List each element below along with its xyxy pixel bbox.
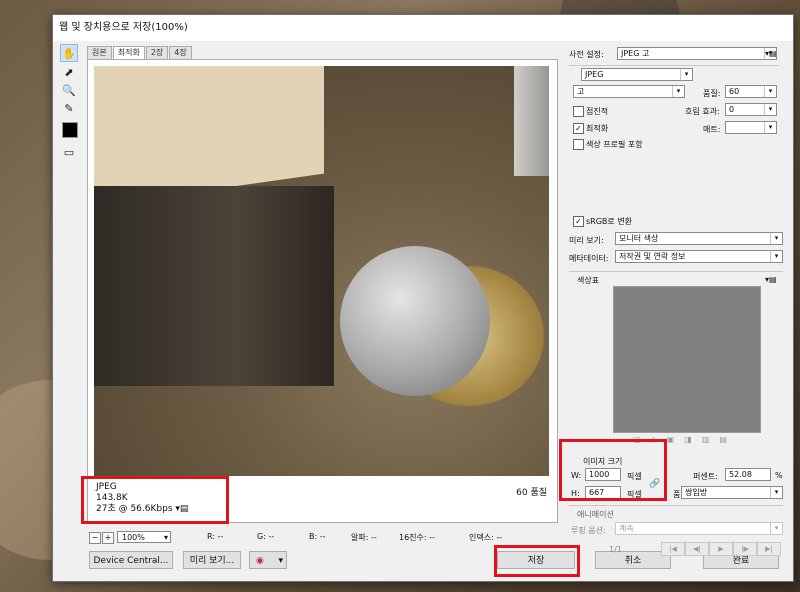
resample-select[interactable]: 쌍입방 ▾ xyxy=(681,486,783,499)
color-table-label: 색상표 xyxy=(577,276,600,285)
preview-mode-select[interactable]: 모니터 색상 ▾ xyxy=(615,232,783,245)
hex-value: 16진수: -- xyxy=(399,533,435,542)
chevron-down-icon: ▾ xyxy=(770,523,782,534)
browser-select[interactable]: ◉ ▾ xyxy=(249,551,287,569)
zoom-out-button[interactable]: − xyxy=(89,532,101,544)
chevron-down-icon: ▾ xyxy=(770,251,782,262)
animation-title: 애니메이션 xyxy=(577,510,614,519)
percent-input[interactable]: 52.08 xyxy=(725,468,771,481)
window-title: 웹 및 장치용으로 저장(100%) xyxy=(53,15,793,41)
hand-tool-icon[interactable]: ✋ xyxy=(60,44,78,62)
chevron-down-icon: ▾ xyxy=(764,86,776,97)
srgb-checkbox[interactable]: ✓ xyxy=(573,216,584,227)
quality-input[interactable]: 60 ▾ xyxy=(725,85,777,98)
chevron-down-icon: ▾ xyxy=(163,533,168,542)
device-central-button[interactable]: Device Central... xyxy=(89,551,173,569)
next-frame-icon[interactable]: |▶ xyxy=(733,542,757,556)
chevron-down-icon: ▾ xyxy=(278,556,283,566)
tab-2up[interactable]: 2장 xyxy=(145,46,169,59)
metadata-select[interactable]: 저작권 및 연락 정보 ▾ xyxy=(615,250,783,263)
progressive-checkbox[interactable] xyxy=(573,106,584,117)
chevron-down-icon: ▾ xyxy=(680,69,692,80)
preset-select[interactable]: JPEG 고 ▾ xyxy=(617,47,777,60)
green-value: G: -- xyxy=(257,532,275,541)
quality-label: 품질: xyxy=(703,89,721,98)
format-select[interactable]: JPEG ▾ xyxy=(581,68,693,81)
tab-4up[interactable]: 4장 xyxy=(169,46,192,59)
last-frame-icon[interactable]: ▶| xyxy=(757,542,781,556)
color-table-menu-icon[interactable]: ▾▤ xyxy=(765,275,777,284)
chevron-down-icon: ▾ xyxy=(764,104,776,115)
loop-label: 루핑 옵션: xyxy=(571,526,606,535)
embed-profile-label: 색상 프로필 포함 xyxy=(586,140,643,149)
zoom-tool-icon[interactable]: 🔍 xyxy=(60,82,78,98)
chevron-down-icon: ▾ xyxy=(770,487,782,498)
red-value: R: -- xyxy=(207,532,224,541)
tab-original[interactable]: 원본 xyxy=(87,46,112,59)
loop-select[interactable]: 계속 ▾ xyxy=(615,522,783,535)
optimized-label: 최적화 xyxy=(586,124,609,133)
chevron-down-icon: ▾ xyxy=(770,233,782,244)
quality-level-select[interactable]: 고 ▾ xyxy=(573,85,685,98)
embed-profile-checkbox[interactable] xyxy=(573,139,584,150)
cancel-button[interactable]: 취소 xyxy=(595,551,671,569)
percent-label: 퍼센트: xyxy=(693,472,718,481)
eyedropper-icon[interactable]: ✎ xyxy=(60,100,78,116)
preview-pane: JPEG 143.8K 27초 @ 56.6Kbps ▾▤ 60 품질 xyxy=(87,59,558,523)
chevron-down-icon: ▾ xyxy=(672,86,684,97)
preset-label: 사전 설정: xyxy=(569,50,604,59)
preview-button[interactable]: 미리 보기... xyxy=(183,551,241,569)
panel-menu-icon[interactable]: ▾▤ xyxy=(765,49,777,58)
slice-select-icon[interactable]: ⬈ xyxy=(60,64,78,80)
first-frame-icon[interactable]: |◀ xyxy=(661,542,685,556)
view-tabs: 원본 최적화 2장 4장 xyxy=(87,46,193,59)
browser-icon: ◉ xyxy=(256,556,264,566)
status-bar: − + 100% ▾ R: -- G: -- B: -- 알파: -- 16진수:… xyxy=(87,531,556,545)
srgb-label: sRGB로 변환 xyxy=(586,217,633,226)
color-table xyxy=(613,286,761,433)
alpha-value: 알파: -- xyxy=(351,533,377,542)
tool-panel: ✋ ⬈ 🔍 ✎ ▭ xyxy=(59,43,81,162)
frame-counter: 1/1 xyxy=(609,545,622,554)
zoom-in-button[interactable]: + xyxy=(102,532,114,544)
zoom-select[interactable]: 100% ▾ xyxy=(117,531,171,543)
play-icon[interactable]: ▶ xyxy=(709,542,733,556)
preview-image[interactable] xyxy=(94,66,549,476)
highlight-preview-info xyxy=(81,476,229,524)
matte-label: 매트: xyxy=(703,125,721,134)
blur-input[interactable]: 0 ▾ xyxy=(725,103,777,116)
progressive-label: 점진적 xyxy=(586,107,609,116)
toggle-slices-icon[interactable]: ▭ xyxy=(60,144,78,160)
tab-optimized[interactable]: 최적화 xyxy=(112,46,145,59)
blue-value: B: -- xyxy=(309,532,326,541)
highlight-image-size xyxy=(559,439,667,501)
matte-select[interactable]: ▾ xyxy=(725,121,777,134)
save-for-web-dialog: 웹 및 장치용으로 저장(100%) ✋ ⬈ 🔍 ✎ ▭ 원본 최적화 2장 4… xyxy=(52,14,794,582)
eyedropper-color-swatch[interactable] xyxy=(62,122,78,138)
chevron-down-icon: ▾ xyxy=(764,122,776,133)
prev-frame-icon[interactable]: ◀| xyxy=(685,542,709,556)
optimized-checkbox[interactable]: ✓ xyxy=(573,123,584,134)
percent-unit: % xyxy=(775,471,783,480)
highlight-save-button xyxy=(494,545,580,577)
preview-mode-label: 미리 보기: xyxy=(569,236,604,245)
index-value: 인덱스: -- xyxy=(469,533,503,542)
metadata-label: 메타데이터: xyxy=(569,254,609,263)
preview-quality: 60 품질 xyxy=(516,488,547,498)
blur-label: 흐림 효과: xyxy=(685,107,720,116)
